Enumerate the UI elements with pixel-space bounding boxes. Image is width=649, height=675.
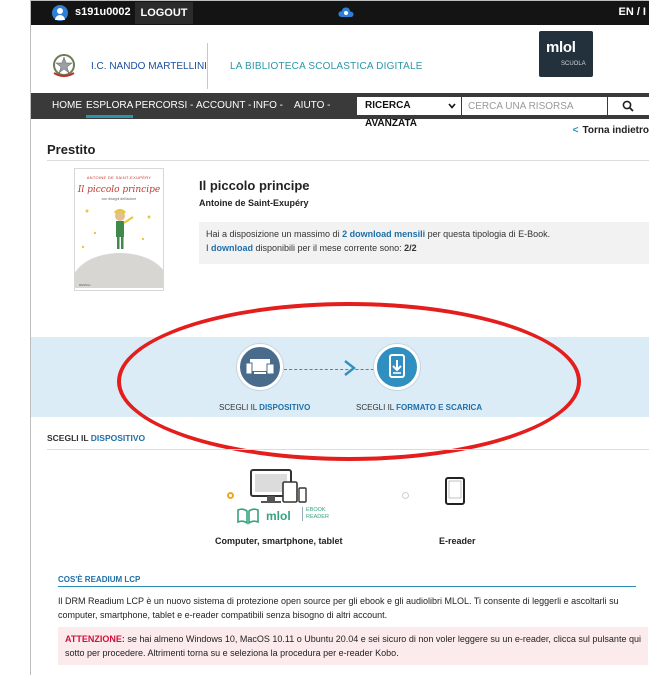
ebook-reader-label: EBOOK READER (302, 507, 340, 521)
header-divider (207, 43, 208, 89)
device-option-computer-label[interactable]: Computer, smartphone, tablet (215, 536, 343, 546)
text: se hai almeno Windows 10, MacOS 10.11 o … (65, 634, 641, 658)
text: Hai a disposizione un massimo di (206, 229, 343, 239)
device-option-computer-radio[interactable] (227, 492, 234, 499)
cloud-icon[interactable] (338, 6, 354, 18)
nav-info[interactable]: INFO - (253, 100, 283, 111)
chevron-left-icon: < (572, 125, 579, 136)
page-title: Prestito (47, 142, 96, 157)
nav-percorsi[interactable]: PERCORSI - (135, 100, 193, 111)
username[interactable]: s191u0002 (75, 6, 131, 18)
main-nav: HOME ESPLORA PERCORSI - ACCOUNT - INFO -… (31, 93, 649, 129)
device-option-ereader-radio[interactable] (402, 492, 409, 499)
nav-esplora[interactable]: ESPLORA (86, 100, 134, 118)
mlol-ebook-reader-logo: mlol EBOOK READER (236, 507, 340, 525)
school-name[interactable]: I.C. NANDO MARTELLINI (91, 61, 207, 72)
search-icon (622, 100, 634, 112)
download-limit-line: Hai a disposizione un massimo di 2 downl… (206, 229, 550, 239)
advanced-search-label: RICERCA AVANZATA (365, 100, 418, 129)
back-link[interactable]: < Torna indietro (573, 125, 649, 136)
open-book-icon (237, 508, 259, 525)
book-cover: ANTOINE DE SAINT-EXUPÉRY Il piccolo prin… (74, 168, 164, 291)
user-bar: s191u0002 LOGOUT EN / I (31, 1, 649, 25)
download-info-box: Hai a disposizione un massimo di 2 downl… (199, 222, 649, 264)
device-section-heading: SCEGLI IL DISPOSITIVO (47, 433, 145, 443)
warning-box: ATTENZIONE: se hai almeno Windows 10, Ma… (58, 627, 648, 665)
logout-button[interactable]: LOGOUT (135, 2, 193, 24)
back-link-label: Torna indietro (582, 125, 649, 136)
annotation-ellipse (117, 302, 581, 461)
text: per questa tipologia di E-Book. (425, 229, 551, 239)
monthly-limit: 2 download mensili (342, 229, 426, 239)
readium-description: Il DRM Readium LCP è un nuovo sistema di… (58, 596, 619, 620)
language-switch[interactable]: EN / I (618, 6, 646, 18)
text: disponibili per il mese corrente sono: (253, 243, 405, 253)
text: DISPOSITIVO (90, 433, 146, 443)
device-option-ereader-label[interactable]: E-reader (439, 536, 476, 546)
mlol-logo-sub: SCUOLA (561, 61, 586, 67)
divider (58, 586, 636, 587)
divider (47, 449, 649, 450)
computer-devices-icon[interactable] (247, 468, 309, 508)
divider (47, 160, 649, 161)
mlol-brand: mlol (266, 509, 291, 523)
advanced-search-button[interactable]: RICERCA AVANZATA (357, 97, 461, 129)
mlol-logo[interactable]: mlol SCUOLA (539, 31, 593, 77)
little-prince-illustration (75, 209, 163, 288)
cover-publisher: RIZZOLI (79, 283, 91, 287)
cover-subtitle: con disegni dell'autore (101, 197, 137, 201)
book-title: Il piccolo principe (199, 178, 310, 193)
search-input[interactable] (462, 97, 607, 115)
mlol-logo-text: mlol (546, 39, 576, 56)
ereader-icon[interactable] (444, 476, 466, 506)
download-word: download (211, 243, 254, 253)
warning-label: ATTENZIONE: (65, 634, 125, 644)
user-icon[interactable] (52, 5, 68, 21)
download-remaining-line: I download disponibili per il mese corre… (206, 243, 417, 253)
library-title[interactable]: LA BIBLIOTECA SCOLASTICA DIGITALE (230, 61, 423, 72)
school-emblem-icon (53, 54, 75, 77)
warning-text: ATTENZIONE: se hai almeno Windows 10, Ma… (65, 632, 645, 660)
cover-title: Il piccolo principe (77, 185, 161, 195)
book-author: Antoine de Saint-Exupéry (199, 198, 309, 208)
nav-home[interactable]: HOME (52, 100, 82, 111)
readium-heading: COS'È READIUM LCP (58, 575, 141, 584)
chevron-down-icon (448, 103, 456, 109)
search-button[interactable] (608, 97, 649, 115)
text: SCEGLI IL (47, 433, 91, 443)
cover-author: ANTOINE DE SAINT-EXUPÉRY (86, 175, 152, 180)
nav-account[interactable]: ACCOUNT - (196, 100, 251, 111)
nav-aiuto[interactable]: AIUTO - (294, 100, 330, 111)
browser-page: s191u0002 LOGOUT EN / I I.C. NANDO MARTE… (30, 0, 649, 675)
remaining-count: 2/2 (404, 243, 417, 253)
